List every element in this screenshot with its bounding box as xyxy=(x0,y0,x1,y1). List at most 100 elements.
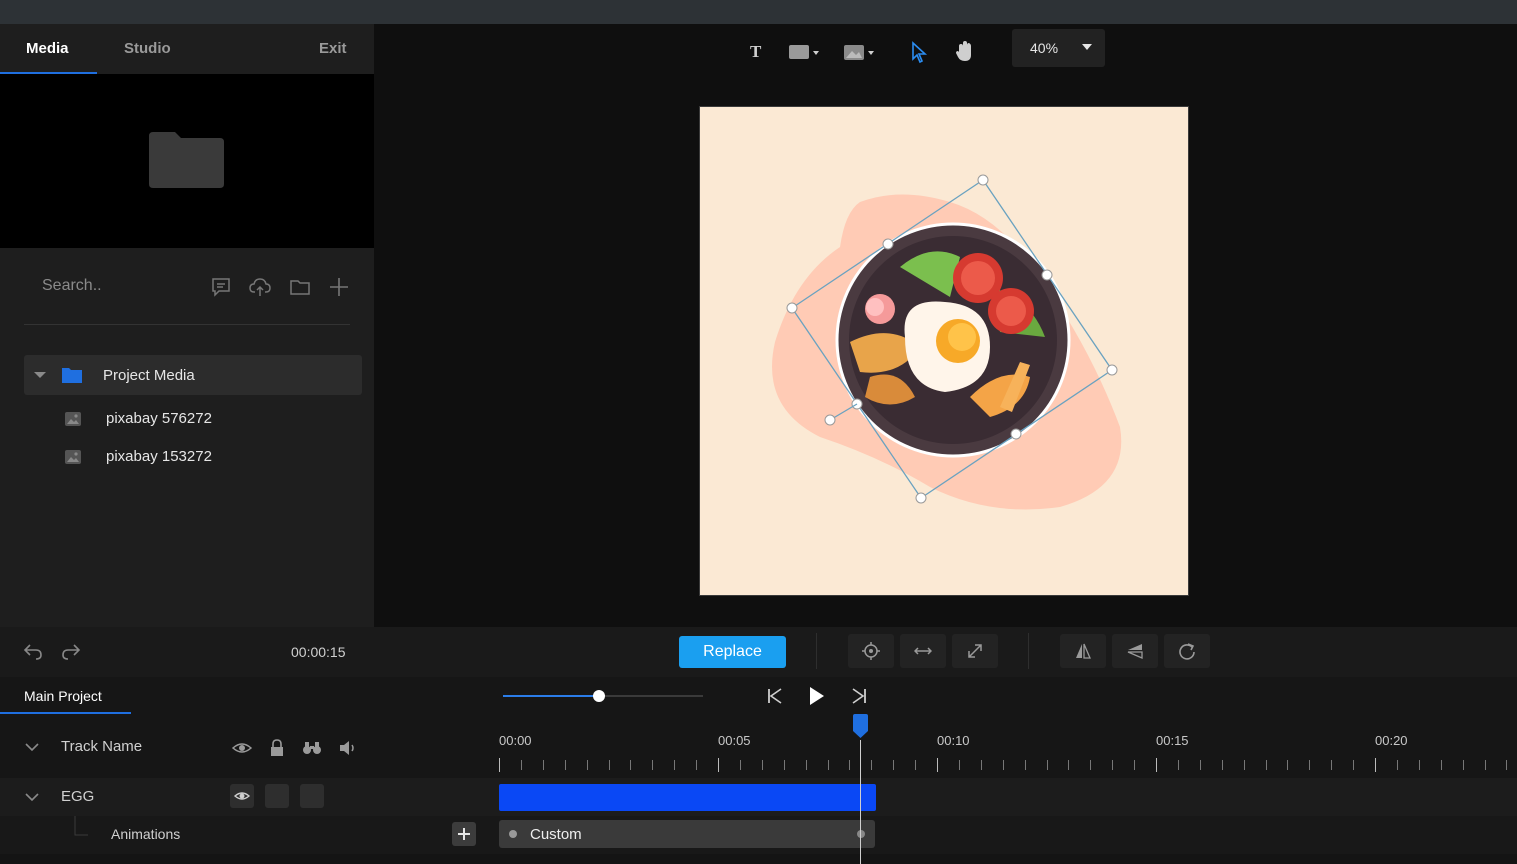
ruler-tick xyxy=(587,760,588,770)
food-bowl-illustration[interactable] xyxy=(700,107,1189,596)
undo-icon[interactable] xyxy=(22,640,44,662)
lock-icon[interactable] xyxy=(265,736,289,760)
flip-vertical-button[interactable] xyxy=(1112,634,1158,668)
media-item-label: pixabay 576272 xyxy=(106,410,212,427)
search-input[interactable] xyxy=(24,270,194,302)
animations-label: Animations xyxy=(111,826,181,842)
chevron-down-icon[interactable] xyxy=(24,789,40,805)
animation-clip-label: Custom xyxy=(530,826,582,843)
panel-tabs: Media Studio Exit xyxy=(0,24,374,74)
ruler-tick xyxy=(1375,758,1376,772)
ruler-tick xyxy=(915,760,916,770)
toolbar-divider xyxy=(816,633,817,669)
zoom-value: 40% xyxy=(1030,40,1059,56)
hand-pan-icon[interactable] xyxy=(954,38,974,66)
ruler-tick xyxy=(784,760,785,770)
tab-media[interactable]: Media xyxy=(26,40,69,57)
solo-toggle[interactable] xyxy=(300,784,324,808)
ruler-tick xyxy=(543,760,544,770)
ruler-tick xyxy=(652,760,653,770)
ruler-tick xyxy=(1353,760,1354,770)
ruler-tick xyxy=(521,760,522,770)
tree-folder-project-media[interactable]: Project Media xyxy=(24,355,362,395)
edit-toolbar: 00:00:15 Replace xyxy=(0,627,1517,677)
exit-button[interactable]: Exit xyxy=(319,40,347,57)
canvas-stage: T 40% xyxy=(374,24,1517,627)
anchor-point-button[interactable] xyxy=(848,634,894,668)
chevron-down-icon xyxy=(1082,44,1092,50)
ruler-tick xyxy=(1200,760,1201,770)
ruler-tick xyxy=(696,760,697,770)
visibility-toggle[interactable] xyxy=(230,784,254,808)
skip-forward-icon[interactable] xyxy=(849,686,869,706)
media-panel: Media Studio Exit Project Media xyxy=(0,24,374,627)
ruler-tick xyxy=(630,760,631,770)
folder-outline-icon[interactable] xyxy=(289,276,311,298)
ruler-tick xyxy=(806,760,807,770)
ruler-label: 00:15 xyxy=(1156,733,1189,748)
tree-connector xyxy=(74,816,88,836)
eye-icon[interactable] xyxy=(230,736,254,760)
flip-horizontal-button[interactable] xyxy=(1060,634,1106,668)
binoculars-icon[interactable] xyxy=(300,736,324,760)
fit-width-button[interactable] xyxy=(900,634,946,668)
ruler-label: 00:00 xyxy=(499,733,532,748)
shape-tool-icon[interactable] xyxy=(787,38,823,66)
search-bar xyxy=(24,270,350,302)
timeline-body: Track Name 00:00 00:05 00:10 00:15 00:20… xyxy=(0,714,1517,864)
lock-toggle[interactable] xyxy=(265,784,289,808)
ruler-tick xyxy=(849,760,850,770)
text-tool-icon[interactable]: T xyxy=(748,38,764,66)
keyframe-end[interactable] xyxy=(857,830,865,838)
expand-button[interactable] xyxy=(952,634,998,668)
ruler-tick xyxy=(871,760,872,770)
ruler-tick xyxy=(1506,760,1507,770)
ruler-tick xyxy=(1419,760,1420,770)
ruler-tick xyxy=(893,760,894,770)
redo-icon[interactable] xyxy=(60,640,82,662)
ruler-tick xyxy=(1025,760,1026,770)
keyframe-start[interactable] xyxy=(509,830,517,838)
ruler-tick xyxy=(1266,760,1267,770)
zoom-select[interactable]: 40% xyxy=(1012,29,1105,67)
timeline-zoom-handle[interactable] xyxy=(593,690,605,702)
horizontal-arrows-icon xyxy=(914,647,932,655)
play-icon[interactable] xyxy=(806,686,826,706)
ruler-tick xyxy=(499,758,500,772)
tab-studio[interactable]: Studio xyxy=(124,40,171,57)
timeline-zoom-fill xyxy=(503,695,599,697)
ruler-tick xyxy=(1047,760,1048,770)
replace-button[interactable]: Replace xyxy=(679,636,786,668)
current-time: 00:00:15 xyxy=(291,644,346,660)
playhead-handle[interactable] xyxy=(851,714,870,738)
plus-icon xyxy=(458,828,470,840)
select-pointer-icon[interactable] xyxy=(909,38,929,66)
timeline-header: Main Project xyxy=(0,677,1517,714)
ruler-tick xyxy=(828,760,829,770)
media-item-pixabay-153272[interactable]: pixabay 153272 xyxy=(60,443,360,471)
target-icon xyxy=(862,642,880,660)
volume-icon[interactable] xyxy=(336,736,360,760)
image-icon xyxy=(65,450,81,464)
ruler-tick xyxy=(1178,760,1179,770)
ruler-tick xyxy=(1134,760,1135,770)
ruler-tick xyxy=(740,760,741,770)
media-preview xyxy=(0,74,374,248)
add-icon[interactable] xyxy=(328,276,350,298)
rotate-button[interactable] xyxy=(1164,634,1210,668)
animation-clip-custom[interactable]: Custom xyxy=(499,820,875,848)
upload-cloud-icon[interactable] xyxy=(249,276,271,298)
add-animation-button[interactable] xyxy=(452,822,476,846)
notes-icon[interactable] xyxy=(210,276,232,298)
ruler-tick xyxy=(718,758,719,772)
egg-clip[interactable] xyxy=(499,784,876,811)
image-tool-icon[interactable] xyxy=(842,38,878,66)
artboard[interactable] xyxy=(699,106,1189,596)
skip-back-icon[interactable] xyxy=(765,686,785,706)
chevron-down-icon[interactable] xyxy=(24,739,40,755)
folder-icon xyxy=(149,132,224,188)
media-item-pixabay-576272[interactable]: pixabay 576272 xyxy=(60,405,360,433)
tab-main-project[interactable]: Main Project xyxy=(24,688,102,704)
ruler-tick xyxy=(959,760,960,770)
ruler-tick xyxy=(1397,760,1398,770)
